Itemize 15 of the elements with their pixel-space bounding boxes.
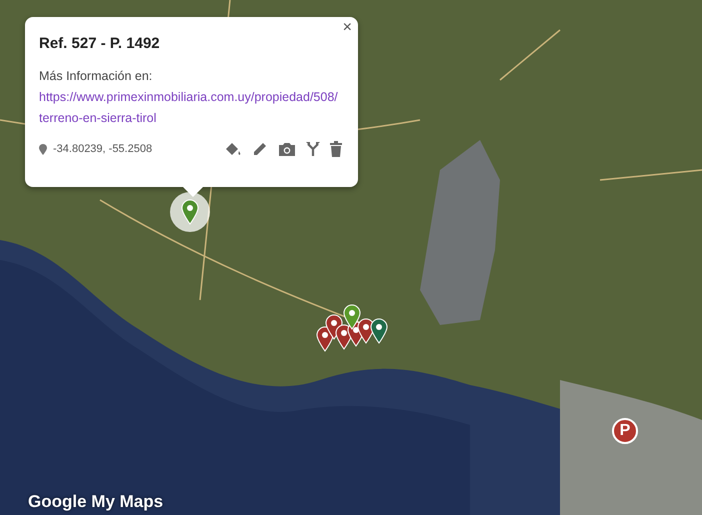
popup-title: Ref. 527 - P. 1492 [39, 35, 161, 52]
directions-icon[interactable] [306, 141, 320, 157]
close-button[interactable]: × [338, 19, 356, 37]
map-pin[interactable] [370, 318, 388, 344]
pencil-icon[interactable] [252, 141, 268, 157]
property-link[interactable]: https://www.primexinmobiliaria.com.uy/propiedad/508/terreno-en-sierra-tirol [39, 87, 339, 129]
map-logo: Google My Maps [28, 492, 164, 512]
trash-icon[interactable] [330, 141, 342, 157]
map-pin[interactable] [181, 199, 199, 225]
coordinates-text: -34.80239, -55.2508 [53, 143, 152, 155]
paint-bucket-icon[interactable] [224, 141, 242, 157]
location-pin-icon [39, 144, 47, 154]
camera-icon[interactable] [278, 141, 296, 157]
info-text: Más Información en: https://www.primexinmobiliaria.com.uy/propiedad/508/terreno-en-sierra-tirol [39, 66, 339, 129]
map-pin[interactable] [343, 304, 361, 330]
